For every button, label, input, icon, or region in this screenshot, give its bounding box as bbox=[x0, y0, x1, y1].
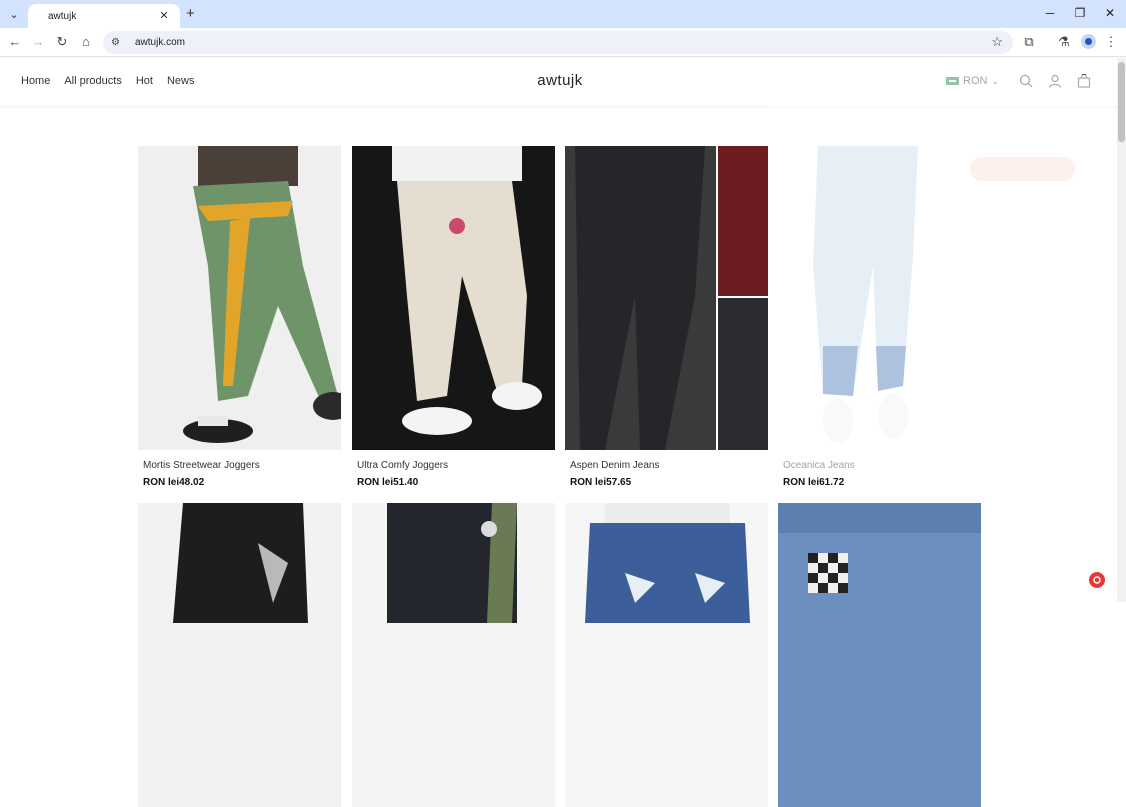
menu-kebab-icon[interactable]: ⋮ bbox=[1103, 34, 1119, 50]
url-text: awtujk.com bbox=[135, 37, 186, 48]
flag-icon bbox=[946, 77, 959, 85]
page-scrollbar[interactable] bbox=[1117, 58, 1126, 602]
product-name[interactable]: Ultra Comfy Joggers bbox=[352, 460, 555, 471]
tab-title: awtujk bbox=[48, 10, 77, 22]
product-name[interactable]: Oceanica Jeans bbox=[778, 460, 981, 471]
product-card[interactable]: Oceanica Jeans RON lei61.72 bbox=[778, 146, 981, 488]
chat-help-icon[interactable] bbox=[1089, 572, 1105, 588]
product-price: RON lei48.02 bbox=[143, 477, 205, 488]
product-card[interactable] bbox=[352, 503, 555, 807]
currency-selector[interactable]: RON ⌄ bbox=[946, 75, 999, 87]
browser-tab[interactable]: awtujk ✕ bbox=[28, 4, 180, 28]
product-image[interactable] bbox=[138, 146, 341, 450]
home-icon[interactable]: ⌂ bbox=[78, 34, 94, 50]
product-image[interactable] bbox=[138, 503, 341, 807]
reload-icon[interactable]: ↻ bbox=[54, 34, 70, 50]
new-tab-icon[interactable]: + bbox=[186, 5, 195, 22]
product-card[interactable]: Aspen Denim Jeans RON lei57.65 bbox=[565, 146, 768, 488]
product-card[interactable] bbox=[565, 503, 768, 807]
product-image[interactable] bbox=[565, 146, 768, 450]
cart-icon[interactable] bbox=[1077, 74, 1091, 88]
restore-icon[interactable]: ❐ bbox=[1073, 6, 1087, 20]
product-image[interactable] bbox=[778, 146, 981, 450]
product-price: RON lei51.40 bbox=[357, 477, 419, 488]
search-icon[interactable] bbox=[1019, 74, 1033, 88]
product-price: RON lei57.65 bbox=[570, 477, 632, 488]
browser-toolbar: ← → ↻ ⌂ ⚙ awtujk.com ☆ ⧉ ⚗ ⋮ bbox=[0, 28, 1126, 57]
product-name[interactable]: Mortis Streetwear Joggers bbox=[138, 460, 341, 471]
product-card[interactable]: Ultra Comfy Joggers RON lei51.40 bbox=[352, 146, 555, 488]
close-tab-icon[interactable]: ✕ bbox=[158, 10, 170, 22]
site-header: Home All products Hot News awtujk RON ⌄ bbox=[0, 58, 1126, 106]
forward-icon[interactable]: → bbox=[30, 34, 46, 50]
close-window-icon[interactable]: ✕ bbox=[1103, 6, 1117, 20]
product-image[interactable] bbox=[352, 503, 555, 807]
currency-label: RON bbox=[963, 75, 988, 87]
bookmark-star-icon[interactable]: ☆ bbox=[991, 34, 1003, 50]
product-image[interactable] bbox=[352, 146, 555, 450]
tab-search-icon[interactable]: ⌄ bbox=[6, 6, 22, 22]
minimize-icon[interactable]: ─ bbox=[1043, 6, 1057, 20]
labs-icon[interactable]: ⚗ bbox=[1056, 34, 1072, 50]
product-price: RON lei61.72 bbox=[783, 477, 845, 488]
site-info-icon[interactable]: ⚙ bbox=[111, 37, 127, 48]
product-image[interactable] bbox=[565, 503, 768, 807]
browser-tab-strip: ⌄ awtujk ✕ + ─ ❐ ✕ bbox=[0, 0, 1126, 28]
address-bar[interactable]: ⚙ awtujk.com ☆ bbox=[103, 31, 1013, 54]
extensions-icon[interactable]: ⧉ bbox=[1021, 34, 1037, 50]
profile-avatar[interactable] bbox=[1081, 34, 1096, 49]
product-card[interactable] bbox=[138, 503, 341, 807]
chevron-down-icon: ⌄ bbox=[991, 75, 999, 86]
product-card[interactable] bbox=[778, 503, 981, 807]
product-image[interactable] bbox=[778, 503, 981, 807]
account-icon[interactable] bbox=[1048, 74, 1062, 88]
product-name[interactable]: Aspen Denim Jeans bbox=[565, 460, 768, 471]
back-icon[interactable]: ← bbox=[7, 34, 23, 50]
product-card[interactable]: Mortis Streetwear Joggers RON lei48.02 bbox=[138, 146, 341, 488]
